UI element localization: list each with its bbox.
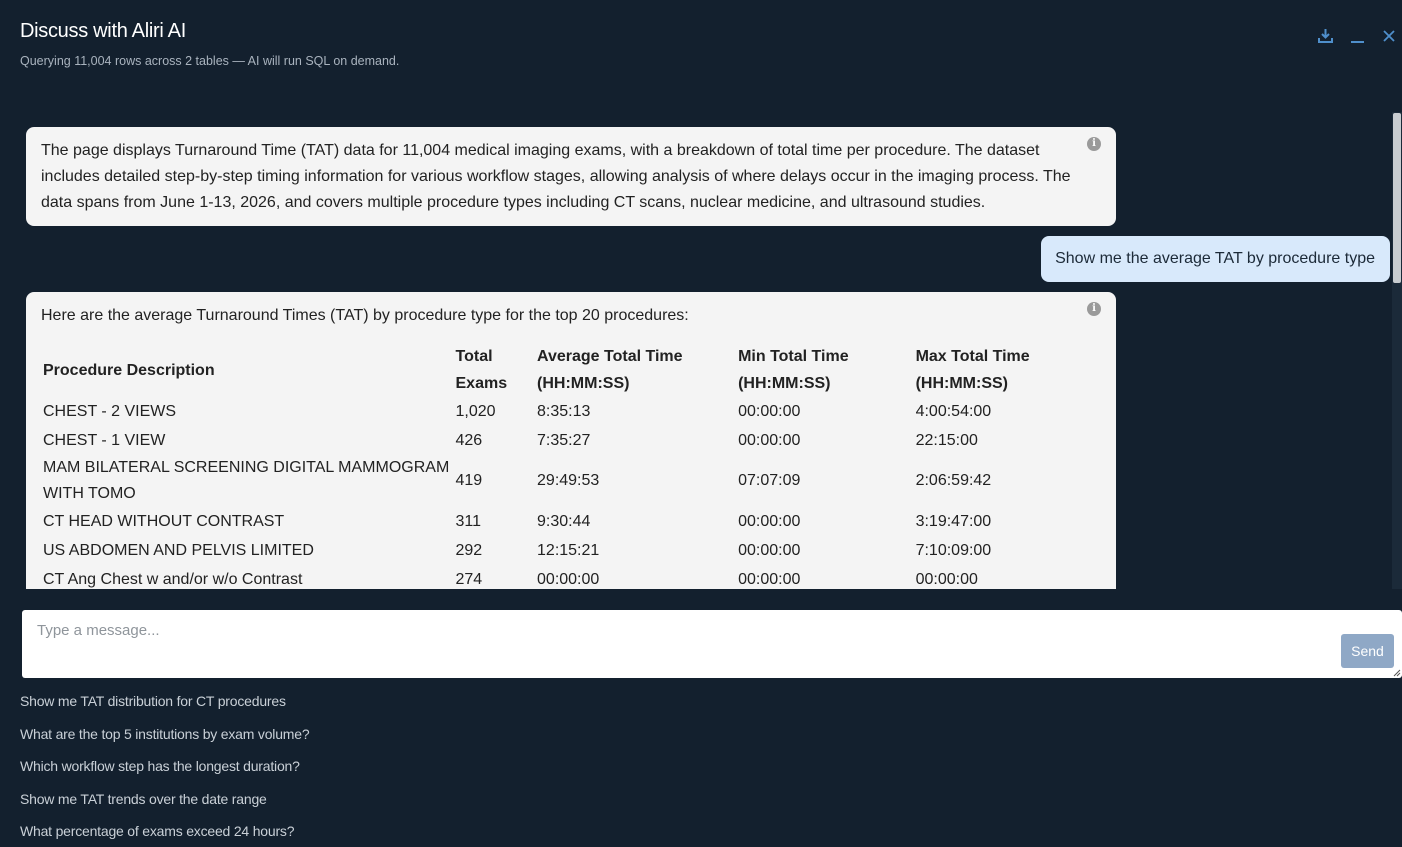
ai-message-text: The page displays Turnaround Time (TAT) … [41,142,1071,211]
suggestion-list: Show me TAT distribution for CT procedur… [20,690,310,847]
header-max-time: Max Total Time (HH:MM:SS) [915,348,1030,392]
cell-min: 00:00:00 [738,570,801,588]
cell-max: 22:15:00 [915,431,978,449]
table-row: CHEST - 1 VIEW 426 7:35:27 00:00:00 22:1… [41,426,1096,455]
table-row: CT Ang Chest w and/or w/o Contrast 274 0… [41,565,1096,589]
tat-table: Procedure Description Total Exams Averag… [41,343,1096,589]
info-icon[interactable]: i [1087,137,1101,151]
cell-min: 00:00:00 [738,402,801,420]
cell-min: 07:07:09 [738,472,801,489]
cell-avg: 12:15:21 [537,541,600,559]
minimize-button[interactable] [1348,26,1366,46]
cell-max: 2:06:59:42 [915,472,992,489]
send-button[interactable]: Send [1341,634,1394,668]
suggestion-item[interactable]: Show me TAT trends over the date range [20,788,309,821]
cell-procedure: CHEST - 1 VIEW [43,431,166,449]
ai-message-table: i Here are the average Turnaround Times … [26,292,1116,589]
cell-exams: 1,020 [455,402,496,420]
info-icon[interactable]: i [1087,302,1101,316]
cell-exams: 311 [455,512,482,530]
cell-avg: 8:35:13 [537,402,591,420]
cell-max: 00:00:00 [915,570,978,588]
cell-min: 00:00:00 [738,431,801,449]
close-button[interactable] [1380,26,1398,46]
page-subtitle: Querying 11,004 rows across 2 tables — A… [20,54,400,68]
header-total-exams: Total Exams [455,348,508,392]
cell-procedure: MAM BILATERAL SCREENING DIGITAL MAMMOGRA… [43,459,450,502]
table-row: CT HEAD WITHOUT CONTRAST 311 9:30:44 00:… [41,507,1096,536]
cell-avg: 29:49:53 [537,472,600,489]
cell-procedure: CT Ang Chest w and/or w/o Contrast [43,570,303,588]
chat-window: Discuss with Aliri AI Querying 11,004 ro… [0,0,1402,847]
cell-max: 7:10:09:00 [915,541,992,559]
cell-exams: 419 [455,472,483,489]
scrollbar-thumb[interactable] [1393,113,1401,283]
window-controls [1316,26,1398,46]
download-button[interactable] [1316,26,1334,46]
minimize-icon [1350,41,1364,43]
cell-procedure: US ABDOMEN AND PELVIS LIMITED [43,541,314,559]
cell-min: 00:00:00 [738,512,801,530]
close-icon [1383,30,1395,42]
table-row: CHEST - 2 VIEWS 1,020 8:35:13 00:00:00 4… [41,397,1096,426]
message-list[interactable]: i The page displays Turnaround Time (TAT… [0,112,1402,589]
cell-avg: 00:00:00 [537,570,600,588]
cell-exams: 274 [455,570,483,588]
ai-reply-intro: Here are the average Turnaround Times (T… [41,307,689,324]
suggestion-item[interactable]: What are the top 5 institutions by exam … [20,723,310,756]
user-message: Show me the average TAT by procedure typ… [1041,236,1390,282]
header-min-time: Min Total Time (HH:MM:SS) [738,348,849,392]
cell-exams: 426 [455,431,483,449]
cell-avg: 9:30:44 [537,512,591,530]
suggestion-item[interactable]: Show me TAT distribution for CT procedur… [20,690,309,723]
cell-max: 4:00:54:00 [915,402,992,420]
page-title: Discuss with Aliri AI [20,20,186,42]
scrollbar[interactable] [1392,112,1402,589]
ai-message: i The page displays Turnaround Time (TAT… [26,127,1116,226]
download-icon [1317,29,1333,43]
suggestion-item[interactable]: Which workflow step has the longest dura… [20,755,309,788]
table-header-row: Procedure Description Total Exams Averag… [41,343,1096,397]
table-row: US ABDOMEN AND PELVIS LIMITED 292 12:15:… [41,536,1096,565]
cell-procedure: CHEST - 2 VIEWS [43,402,177,420]
header-procedure: Procedure Description [43,361,215,379]
table-row: MAM BILATERAL SCREENING DIGITAL MAMMOGRA… [41,455,1096,507]
cell-procedure: CT HEAD WITHOUT CONTRAST [43,512,285,530]
cell-avg: 7:35:27 [537,431,591,449]
cell-exams: 292 [455,541,483,559]
message-composer[interactable]: Type a message... Send [22,610,1402,678]
cell-min: 00:00:00 [738,541,801,559]
suggestion-item[interactable]: What percentage of exams exceed 24 hours… [20,820,309,847]
message-input[interactable]: Type a message... [37,622,160,639]
cell-max: 3:19:47:00 [915,512,992,530]
header-average-time: Average Total Time (HH:MM:SS) [537,348,683,392]
resize-grip-icon[interactable] [1393,669,1401,677]
